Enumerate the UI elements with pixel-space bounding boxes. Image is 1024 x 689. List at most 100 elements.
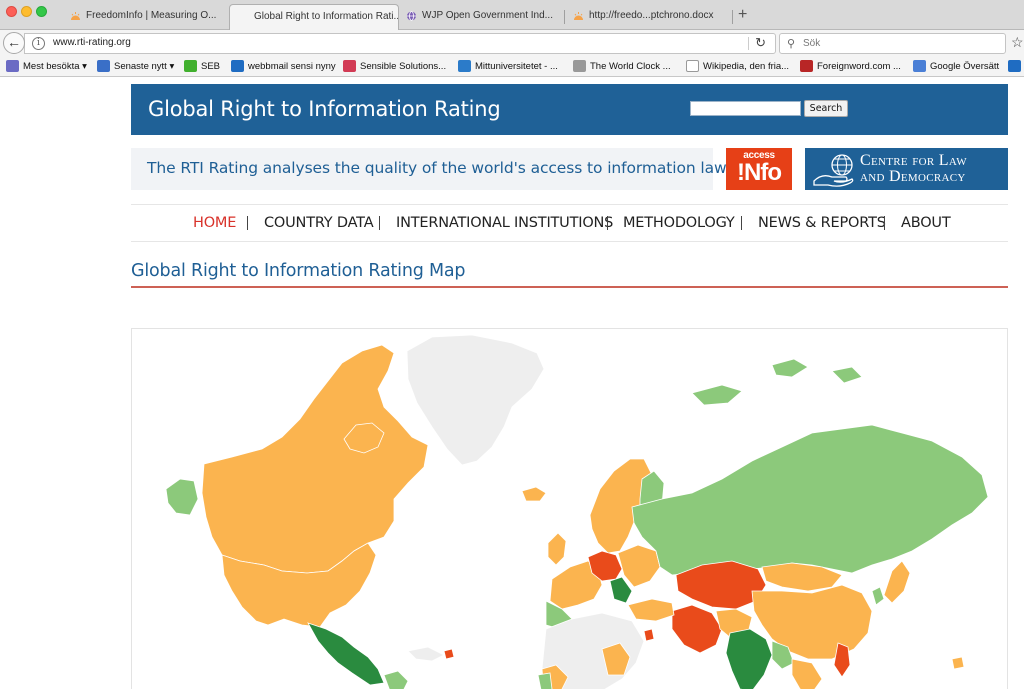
site-title[interactable]: Global Right to Information Rating [148, 97, 501, 121]
browser-tab-docx[interactable]: http://freedo...ptchrono.docx [565, 4, 733, 30]
back-arrow-icon[interactable]: ← [3, 32, 25, 54]
outlook-icon [231, 60, 244, 72]
bookmark-foreignword[interactable]: Foreignword.com ... [800, 60, 901, 73]
tab-separator [732, 10, 733, 24]
map-region-africa-west[interactable] [537, 672, 553, 689]
bookmark-label: webbmail sensi nyny [248, 61, 336, 72]
map-region-arctic-russia-islands[interactable] [691, 358, 863, 406]
site-search-button[interactable]: Search [804, 100, 848, 117]
map-region-alaska-west[interactable] [165, 478, 199, 516]
nav-international-institutions[interactable]: INTERNATIONAL INSTITUTIONS [396, 215, 613, 231]
map-region-dominican[interactable] [443, 648, 455, 660]
globe-icon [407, 11, 416, 21]
bookmark-label: Foreignword.com ... [817, 61, 901, 72]
sunrise-icon [71, 12, 80, 20]
bookmark-label: Sensible Solutions... [360, 61, 447, 72]
map-region-southeast-asia[interactable] [791, 658, 823, 689]
site-header: Global Right to Information Rating Searc… [131, 84, 1008, 135]
new-tab-plus-icon[interactable]: + [738, 6, 747, 24]
map-region-mexico[interactable] [307, 622, 385, 686]
browser-tab-rti-rating[interactable]: Global Right to Information Rati... [229, 4, 399, 31]
browser-tab-bar: FreedomInfo | Measuring O... Global Righ… [0, 0, 1024, 31]
map-region-china[interactable] [751, 584, 873, 660]
map-region-india[interactable] [725, 628, 773, 689]
bookmark-star-icon[interactable]: ☆ [1011, 34, 1024, 51]
map-region-japan[interactable] [883, 560, 911, 604]
main-nav: HOME COUNTRY DATA INTERNATIONAL INSTITUT… [131, 204, 1008, 242]
map-region-uk[interactable] [547, 532, 567, 566]
bookmark-label: Wikipedia, den fria... [703, 61, 790, 72]
wifi-icon [343, 60, 356, 72]
tagline-banner: The RTI Rating analyses the quality of t… [131, 148, 735, 190]
reload-icon[interactable]: ↻ [755, 35, 766, 51]
page-title: Global Right to Information Rating Map [131, 261, 466, 281]
cld-logo-text-1: Centre for Law [860, 152, 967, 169]
close-window-icon[interactable] [6, 6, 17, 17]
chevron-down-icon: ▾ [82, 61, 87, 72]
site-info-icon[interactable]: i [32, 37, 45, 50]
cld-logo-text-2: and Democracy [860, 168, 966, 185]
map-region-korea[interactable] [871, 586, 885, 606]
chevron-down-icon: ▾ [169, 61, 175, 72]
site-search-input[interactable] [690, 101, 801, 116]
bookmark-label: SEB [201, 61, 221, 72]
centre-for-law-and-democracy-logo[interactable]: Centre for Law and Democracy [805, 148, 1008, 190]
map-region-canada[interactable] [201, 344, 429, 574]
bookmark-seb[interactable]: SEB [184, 60, 220, 73]
bookmark-label: Mest besökta [23, 61, 80, 72]
hand-globe-icon [813, 154, 854, 187]
wikipedia-icon [686, 60, 699, 72]
access-info-logo[interactable]: access !Nfo [726, 148, 792, 190]
tab-label: WJP Open Government Ind... [422, 10, 553, 21]
bookmark-sensible-solutions[interactable]: Sensible Solutions... [343, 60, 446, 73]
nav-news-reports[interactable]: NEWS & REPORTS [758, 215, 886, 231]
map-region-turkey[interactable] [627, 598, 675, 622]
outlook-icon [1008, 60, 1021, 72]
bookmark-google-oversatt[interactable]: Google Översätt [913, 60, 999, 73]
bookmark-label: Google Översätt [930, 61, 1000, 72]
rti-world-map[interactable] [131, 328, 1008, 689]
nav-about[interactable]: ABOUT [901, 215, 951, 231]
tagline-text: The RTI Rating analyses the quality of t… [147, 159, 735, 177]
nav-separator [607, 216, 608, 230]
bookmarks-bar: Mest besökta ▾ Senaste nytt ▾ SEB webbma… [0, 57, 1024, 77]
map-region-iceland[interactable] [521, 486, 547, 502]
bookmark-wikipedia[interactable]: Wikipedia, den fria... [686, 60, 789, 73]
browser-tab-wjp[interactable]: WJP Open Government Ind... [398, 4, 563, 30]
seb-icon [184, 60, 197, 72]
bookmark-senaste-nytt[interactable]: Senaste nytt ▾ [97, 60, 174, 73]
bookmark-label: The World Clock ... [590, 61, 671, 72]
map-region-jordan[interactable] [643, 628, 655, 642]
tab-label: FreedomInfo | Measuring O... [86, 10, 217, 21]
url-text[interactable]: www.rti-rating.org [53, 37, 131, 48]
nav-separator [884, 216, 885, 230]
nav-home[interactable]: HOME [193, 215, 236, 231]
fullscreen-window-icon[interactable] [36, 6, 47, 17]
browser-search-input[interactable]: ⚲ Sök [779, 33, 1006, 54]
sunrise-icon [574, 12, 583, 20]
world-map-svg[interactable] [132, 329, 1008, 689]
map-region-central-america[interactable] [383, 670, 409, 689]
bookmark-webbmail[interactable]: webbmail sensi nyny [231, 60, 336, 73]
bookmark-mittuniversitetet[interactable]: Mittuniversitetet - ... [458, 60, 558, 73]
url-bar[interactable]: i www.rti-rating.org ↻ [24, 33, 776, 54]
foreignword-icon [800, 60, 813, 72]
bookmark-mest-besokta[interactable]: Mest besökta ▾ [6, 60, 87, 73]
bookmark-world-clock[interactable]: The World Clock ... [573, 60, 671, 73]
minimize-window-icon[interactable] [21, 6, 32, 17]
nav-country-data[interactable]: COUNTRY DATA [264, 215, 374, 231]
nav-separator [379, 216, 380, 230]
search-icon: ⚲ [787, 38, 796, 50]
browser-tab-freedominfo[interactable]: FreedomInfo | Measuring O... [62, 4, 227, 30]
map-region-caribbean[interactable] [407, 646, 445, 662]
rss-icon [97, 60, 110, 72]
browser-search-placeholder: Sök [803, 38, 821, 49]
bookmark-label: Mittuniversitetet - ... [475, 61, 558, 72]
map-region-iran[interactable] [671, 604, 723, 654]
cld-logo-line-2: and Democracy [860, 168, 966, 186]
heading-divider [131, 286, 1008, 288]
nav-separator [247, 216, 248, 230]
nav-methodology[interactable]: METHODOLOGY [623, 215, 735, 231]
map-region-russia[interactable] [631, 424, 989, 576]
map-region-pacific-islands[interactable] [951, 656, 965, 670]
